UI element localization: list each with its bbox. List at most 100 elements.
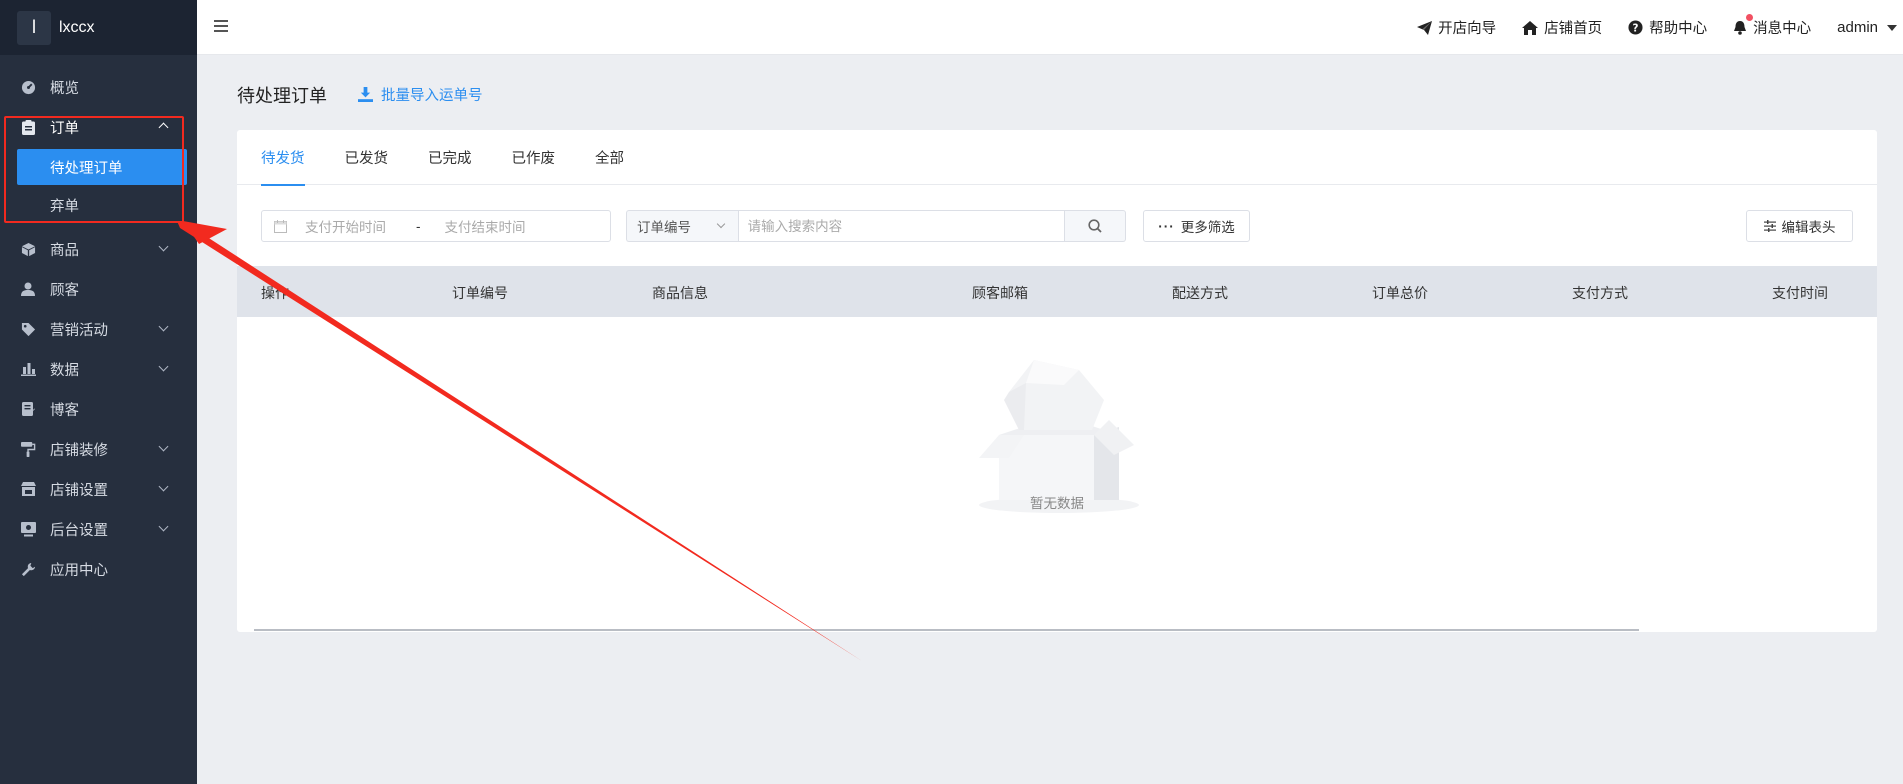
sidebar-item-overview[interactable]: 概览 <box>0 67 197 107</box>
chevron-down-icon <box>158 521 169 532</box>
sidebar-item-blog[interactable]: 博客 <box>0 389 197 429</box>
sidebar-item-store-settings[interactable]: 店铺设置 <box>0 469 197 509</box>
sidebar-item-label: 概览 <box>50 80 79 97</box>
user-icon <box>20 281 36 297</box>
sidebar-item-store-design[interactable]: 店铺装修 <box>0 429 197 469</box>
store-icon <box>20 481 36 497</box>
sidebar-item-customers[interactable]: 顾客 <box>0 269 197 309</box>
brand[interactable]: l lxccx <box>0 0 197 55</box>
sidebar-item-label: 数据 <box>50 362 79 379</box>
sidebar-item-products[interactable]: 商品 <box>0 229 197 269</box>
sidebar-item-data[interactable]: 数据 <box>0 349 197 389</box>
sidebar-subitem-abandoned-orders[interactable]: 弃单 <box>0 185 197 225</box>
tab-pending-shipment[interactable]: 待发货 <box>261 130 305 186</box>
column-header-product-info: 商品信息 <box>652 285 708 301</box>
empty-state: 暂无数据 <box>237 317 1877 587</box>
date-separator: - <box>416 218 421 234</box>
header-link-label: 帮助中心 <box>1649 21 1708 37</box>
sidebar-item-marketing[interactable]: 营销活动 <box>0 309 197 349</box>
sidebar-item-admin-settings[interactable]: 后台设置 <box>0 509 197 549</box>
home-icon <box>1522 20 1539 35</box>
sidebar-item-label: 订单 <box>50 120 79 137</box>
sidebar-item-label: 应用中心 <box>50 562 108 579</box>
box-icon <box>20 241 36 257</box>
top-header: 开店向导 店铺首页 ? 帮助中心 消息中心 admin <box>197 0 1903 55</box>
more-dots-icon: ··· <box>1158 218 1175 234</box>
tab-completed[interactable]: 已完成 <box>428 130 472 185</box>
column-header-payment-method: 支付方式 <box>1572 285 1628 301</box>
chevron-down-icon <box>158 241 169 252</box>
column-header-order-no: 订单编号 <box>452 285 508 301</box>
clipboard-icon <box>20 119 36 135</box>
horizontal-scrollbar[interactable] <box>254 629 1639 631</box>
sidebar-subitem-pending-orders[interactable]: 待处理订单 <box>17 149 187 185</box>
sidebar-item-label: 博客 <box>50 402 79 419</box>
search-icon <box>1088 219 1102 233</box>
header-link-messages[interactable]: 消息中心 <box>1733 14 1812 38</box>
order-status-tabs: 待发货 已发货 已完成 已作废 全部 <box>237 130 1877 186</box>
sidebar-item-label: 顾客 <box>50 282 79 299</box>
tab-shipped[interactable]: 已发货 <box>345 130 389 185</box>
sidebar-item-label: 店铺设置 <box>50 482 108 499</box>
filter-bar: 支付开始时间 - 支付结束时间 订单编号 ··· 更多筛选 编辑表头 <box>261 210 1853 242</box>
paper-plane-icon <box>1417 20 1433 35</box>
sidebar-item-app-center[interactable]: 应用中心 <box>0 549 197 589</box>
download-icon <box>358 87 373 102</box>
sidebar-item-label: 后台设置 <box>50 522 108 539</box>
column-header-payment-time: 支付时间 <box>1772 285 1828 301</box>
chevron-down-icon <box>158 441 169 452</box>
header-link-label: 消息中心 <box>1753 21 1812 37</box>
search-input[interactable] <box>737 210 1066 242</box>
header-links: 开店向导 店铺首页 ? 帮助中心 消息中心 admin <box>1417 0 1903 55</box>
wrench-icon <box>20 561 36 577</box>
more-filters-button[interactable]: ··· 更多筛选 <box>1143 210 1250 242</box>
chevron-down-icon <box>158 321 169 332</box>
batch-import-tracking-link[interactable]: 批量导入运单号 <box>358 84 483 105</box>
search-field-value: 订单编号 <box>637 220 691 235</box>
column-header-customer-email: 顾客邮箱 <box>972 285 1028 301</box>
search-group: 订单编号 <box>626 210 1126 242</box>
column-header-actions: 操作 <box>261 285 289 301</box>
empty-state-text: 暂无数据 <box>1030 496 1084 511</box>
page-title: 待处理订单 <box>237 86 327 106</box>
bar-chart-icon <box>20 361 36 377</box>
header-link-label: 开店向导 <box>1438 21 1497 37</box>
user-name: admin <box>1837 19 1878 36</box>
chevron-up-icon <box>158 122 169 133</box>
header-link-label: 店铺首页 <box>1544 21 1603 37</box>
sidebar: l lxccx 概览 订单 待处理订单 弃单 商品 顾客 营销活动 数据 博客 … <box>0 0 197 784</box>
dashboard-icon <box>20 79 36 95</box>
header-link-setup-guide[interactable]: 开店向导 <box>1417 17 1496 38</box>
column-header-shipping-method: 配送方式 <box>1172 285 1228 301</box>
tag-icon <box>20 321 36 337</box>
tab-voided[interactable]: 已作废 <box>512 130 556 185</box>
orders-card: 待发货 已发货 已完成 已作废 全部 支付开始时间 - 支付结束时间 订单编号 … <box>237 130 1877 632</box>
table-header: 操作 订单编号 商品信息 顾客邮箱 配送方式 订单总价 支付方式 支付时间 <box>237 266 1877 317</box>
menu-toggle-icon[interactable] <box>214 20 228 32</box>
bell-icon <box>1734 21 1747 35</box>
chevron-down-icon <box>716 219 725 229</box>
chevron-down-icon <box>158 481 169 492</box>
chevron-down-icon <box>158 361 169 372</box>
header-link-store-home[interactable]: 店铺首页 <box>1522 17 1602 38</box>
paint-roller-icon <box>20 441 36 457</box>
sidebar-item-orders[interactable]: 订单 <box>0 107 197 147</box>
search-field-select[interactable]: 订单编号 <box>626 210 738 242</box>
edit-columns-label: 编辑表头 <box>1781 220 1836 235</box>
brand-logo: l <box>17 10 51 45</box>
search-button[interactable] <box>1065 210 1126 242</box>
question-circle-icon: ? <box>1628 20 1643 35</box>
header-link-help-center[interactable]: ? 帮助中心 <box>1628 17 1707 38</box>
sidebar-item-label: 商品 <box>50 242 79 259</box>
date-end-placeholder[interactable]: 支付结束时间 <box>445 216 526 236</box>
payment-date-range[interactable]: 支付开始时间 - 支付结束时间 <box>261 210 611 242</box>
tab-all[interactable]: 全部 <box>595 130 624 185</box>
sidebar-item-label: 店铺装修 <box>50 442 108 459</box>
calendar-icon <box>274 219 287 233</box>
date-start-placeholder[interactable]: 支付开始时间 <box>305 216 386 236</box>
sidebar-nav: 概览 订单 待处理订单 弃单 商品 顾客 营销活动 数据 博客 店铺装修 店铺设… <box>0 55 197 589</box>
notification-dot <box>1746 14 1754 21</box>
user-menu[interactable]: admin <box>1837 19 1897 36</box>
brand-name: lxccx <box>59 18 95 36</box>
edit-columns-button[interactable]: 编辑表头 <box>1746 210 1853 242</box>
